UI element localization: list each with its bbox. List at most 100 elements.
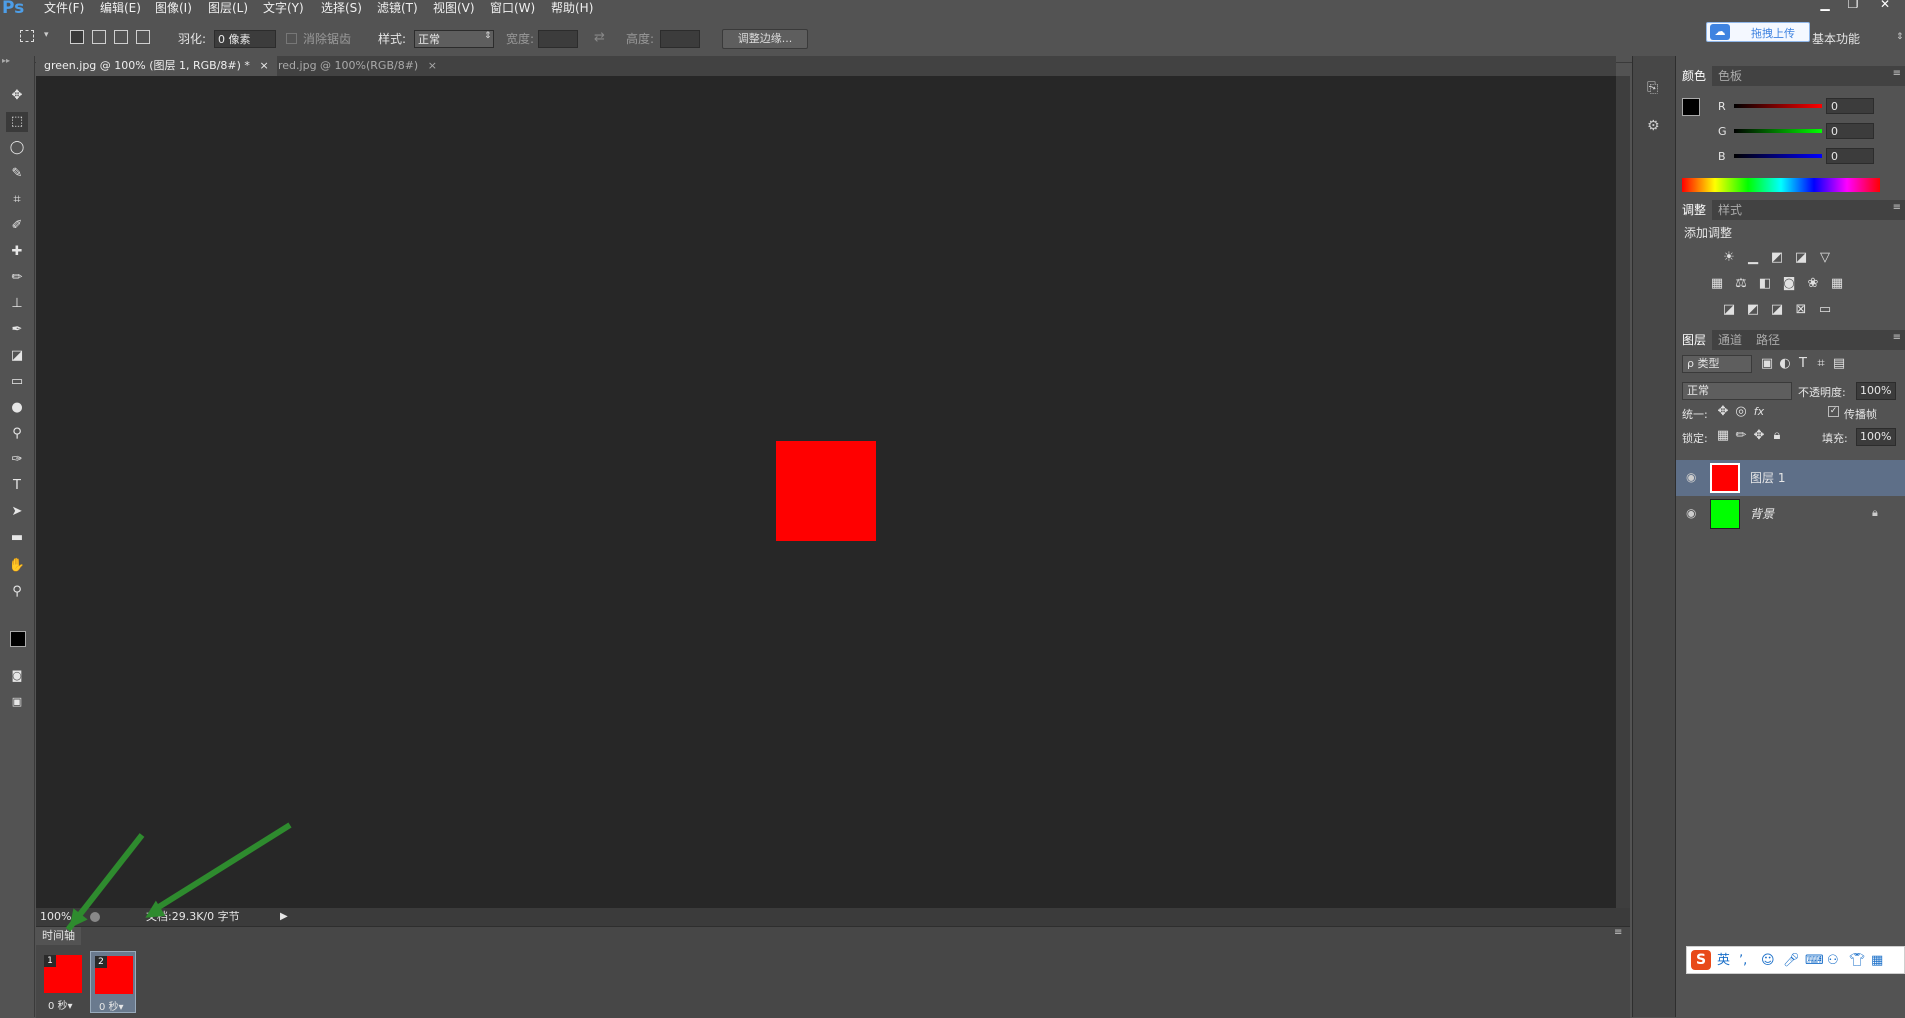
add-selection-icon[interactable] xyxy=(92,30,106,44)
black-white-icon[interactable]: ◧ xyxy=(1756,276,1774,292)
sogou-logo-icon[interactable]: S xyxy=(1691,950,1711,970)
status-info-icon[interactable] xyxy=(90,912,100,922)
refine-edge-button[interactable]: 调整边缘... xyxy=(722,29,808,49)
zoom-tool-icon[interactable]: ⚲ xyxy=(6,582,28,602)
tab-green-jpg[interactable]: green.jpg @ 100% (图层 1, RGB/8#) * × xyxy=(36,56,277,76)
collapse-tools-icon[interactable]: ▸▸ xyxy=(2,56,10,65)
filter-adjustment-icon[interactable]: ◐ xyxy=(1776,356,1794,372)
clone-stamp-tool-icon[interactable]: ⊥ xyxy=(6,294,28,314)
tab-adjustments[interactable]: 调整 xyxy=(1676,200,1713,220)
fg-color-swatch[interactable] xyxy=(1682,98,1700,116)
tab-layers[interactable]: 图层 xyxy=(1676,330,1713,350)
ime-lang-toggle[interactable]: 英 xyxy=(1717,952,1730,970)
menu-view[interactable]: 视图(V) xyxy=(433,0,475,16)
properties-panel-icon[interactable]: ⚙ xyxy=(1647,118,1660,134)
brightness-icon[interactable]: ☀ xyxy=(1720,250,1738,266)
swap-icon[interactable]: ⇄ xyxy=(594,30,605,45)
user-icon[interactable]: ⚇ xyxy=(1827,952,1839,970)
vibrance-icon[interactable]: ▽ xyxy=(1816,250,1834,266)
workspace-select[interactable]: 基本功能 xyxy=(1812,31,1860,47)
selective-color-icon[interactable]: ⊠ xyxy=(1792,302,1810,318)
layer-row-background[interactable]: ◉ 背景 🔒︎ xyxy=(1676,496,1905,532)
tab-styles[interactable]: 样式 xyxy=(1712,200,1748,220)
antialias-checkbox[interactable] xyxy=(286,33,297,44)
menu-type[interactable]: 文字(Y) xyxy=(263,0,304,16)
tab-close-icon[interactable]: × xyxy=(259,59,268,72)
opacity-input[interactable]: 100% xyxy=(1856,382,1896,400)
color-spectrum-bar[interactable] xyxy=(1682,178,1880,192)
rect-marquee-tool-icon[interactable]: ⬚ xyxy=(6,112,28,132)
blue-slider[interactable] xyxy=(1734,154,1822,158)
menu-file[interactable]: 文件(F) xyxy=(44,0,84,16)
filter-shape-icon[interactable]: ⌗ xyxy=(1812,356,1830,372)
screen-mode-icon[interactable]: ▣ xyxy=(6,692,28,712)
marquee-tool-icon[interactable] xyxy=(20,30,34,42)
emoji-icon[interactable]: ☺ xyxy=(1761,952,1775,970)
levels-icon[interactable]: ▁ xyxy=(1744,250,1762,266)
tab-swatches[interactable]: 色板 xyxy=(1712,66,1748,86)
style-select[interactable]: 正常 xyxy=(414,30,494,48)
skin-icon[interactable]: 👕︎ xyxy=(1849,952,1866,970)
type-tool-icon[interactable]: T xyxy=(6,476,28,496)
lock-pixels-icon[interactable]: ▦ xyxy=(1714,428,1732,444)
dodge-tool-icon[interactable]: ⚲ xyxy=(6,424,28,444)
unify-style-icon[interactable]: fx xyxy=(1750,404,1768,420)
color-balance-icon[interactable]: ⚖ xyxy=(1732,276,1750,292)
tab-channels[interactable]: 通道 xyxy=(1712,330,1748,350)
rectangle-tool-icon[interactable]: ▬ xyxy=(6,528,28,548)
foreground-color-swatch[interactable] xyxy=(10,631,26,647)
upload-button[interactable]: ☁ 拖拽上传 xyxy=(1706,22,1810,42)
threshold-icon[interactable]: ◪ xyxy=(1768,302,1786,318)
height-input[interactable] xyxy=(660,30,700,48)
layers-panel-menu-icon[interactable]: ≡ xyxy=(1893,332,1901,343)
keyboard-icon[interactable]: ⌨ xyxy=(1805,952,1824,970)
subtract-selection-icon[interactable] xyxy=(114,30,128,44)
tab-paths[interactable]: 路径 xyxy=(1750,330,1786,350)
curves-icon[interactable]: ◩ xyxy=(1768,250,1786,266)
minimize-button[interactable]: ▁ xyxy=(1812,0,1838,11)
voice-icon[interactable]: 🎤︎ xyxy=(1783,952,1800,970)
red-value-input[interactable]: 0 xyxy=(1826,98,1874,114)
close-button[interactable]: ✕ xyxy=(1872,0,1898,11)
menu-filter[interactable]: 滤镜(T) xyxy=(377,0,418,16)
menu-help[interactable]: 帮助(H) xyxy=(551,0,593,16)
menu-layer[interactable]: 图层(L) xyxy=(208,0,248,16)
hue-saturation-icon[interactable]: ▦ xyxy=(1708,276,1726,292)
crop-tool-icon[interactable]: ⌗ xyxy=(6,190,28,210)
color-panel-menu-icon[interactable]: ≡ xyxy=(1893,68,1901,79)
filter-pixel-icon[interactable]: ▣ xyxy=(1758,356,1776,372)
feather-input[interactable]: 0 像素 xyxy=(214,30,276,48)
width-input[interactable] xyxy=(538,30,578,48)
lasso-tool-icon[interactable]: ◯ xyxy=(6,138,28,158)
posterize-icon[interactable]: ◩ xyxy=(1744,302,1762,318)
brush-tool-icon[interactable]: ✏ xyxy=(6,268,28,288)
tab-red-jpg[interactable]: red.jpg @ 100%(RGB/8#) × xyxy=(270,56,445,76)
tab-close-icon[interactable]: × xyxy=(428,59,437,72)
invert-icon[interactable]: ◪ xyxy=(1720,302,1738,318)
timeline-frame-2[interactable]: 2 0 秒▾ xyxy=(90,951,136,1013)
timeline-frame-1[interactable]: 1 0 秒▾ xyxy=(40,951,86,1013)
propagate-checkbox[interactable]: ✓ xyxy=(1828,406,1839,417)
timeline-menu-icon[interactable]: ≡ xyxy=(1614,927,1622,938)
punctuation-icon[interactable]: ʼ, xyxy=(1739,952,1747,970)
adjust-panel-menu-icon[interactable]: ≡ xyxy=(1893,202,1901,213)
hand-tool-icon[interactable]: ✋ xyxy=(6,556,28,576)
restore-button[interactable]: ❐ xyxy=(1840,0,1866,11)
menu-window[interactable]: 窗口(W) xyxy=(490,0,535,16)
filter-type-icon[interactable]: T xyxy=(1794,356,1812,372)
move-tool-icon[interactable]: ✥ xyxy=(6,86,28,106)
frame-duration[interactable]: 0 秒▾ xyxy=(99,998,124,1013)
path-select-tool-icon[interactable]: ➤ xyxy=(6,502,28,522)
unify-position-icon[interactable]: ✥ xyxy=(1714,404,1732,420)
blue-value-input[interactable]: 0 xyxy=(1826,148,1874,164)
vertical-scrollbar[interactable] xyxy=(1616,76,1630,908)
new-selection-icon[interactable] xyxy=(70,30,84,44)
pen-tool-icon[interactable]: ✑ xyxy=(6,450,28,470)
history-panel-icon[interactable]: ⎘ xyxy=(1647,80,1658,96)
lock-all-icon[interactable]: 🔒︎ xyxy=(1768,428,1786,444)
layer-row-1[interactable]: ◉ 图层 1 xyxy=(1676,460,1905,496)
red-slider[interactable] xyxy=(1734,104,1822,108)
menu-image[interactable]: 图像(I) xyxy=(155,0,192,16)
green-slider[interactable] xyxy=(1734,129,1822,133)
layer-name[interactable]: 背景 xyxy=(1750,505,1774,522)
